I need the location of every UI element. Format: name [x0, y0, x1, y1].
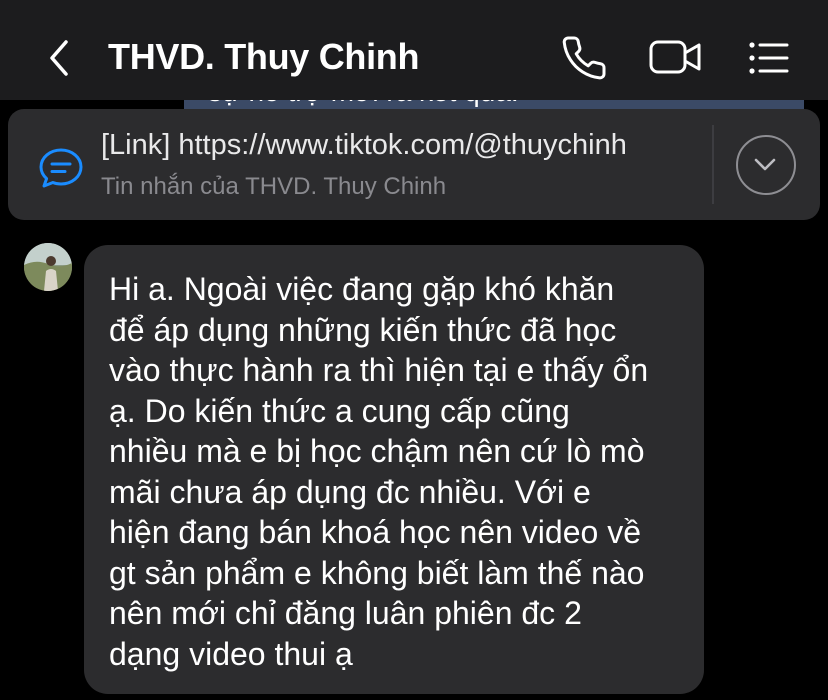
- message-bubble-icon: [36, 143, 86, 193]
- chat-header: THVD. Thuy Chinh: [0, 0, 828, 100]
- call-button[interactable]: [560, 34, 608, 82]
- video-call-button[interactable]: [648, 34, 704, 82]
- back-button[interactable]: [40, 38, 80, 78]
- message-line: Hi a. Ngoài việc đang gặp khó khăn: [109, 271, 615, 307]
- chevron-down-icon: [754, 158, 776, 171]
- message-line: vào thực hành ra thì hiện tại e thấy ổn: [109, 352, 649, 388]
- pinned-divider: [712, 125, 714, 204]
- message-line: mãi chưa áp dụng đc nhiều. Với e: [109, 473, 591, 510]
- message-bubble[interactable]: Hi a. Ngoài việc đang gặp khó khăn để áp…: [84, 245, 704, 694]
- message-line: để áp dụng những kiến thức đã học: [109, 311, 617, 348]
- expand-pinned-button[interactable]: [736, 135, 796, 195]
- message-line: nên mới chỉ đăng luân phiên đc 2: [109, 595, 582, 631]
- message-line: nhiều mà e bị học chậm nên cứ lò mò: [109, 433, 645, 469]
- chat-title[interactable]: THVD. Thuy Chinh: [108, 36, 419, 78]
- message-line: hiện đang bán khoá học nên video về: [109, 514, 641, 550]
- list-menu-icon: [749, 42, 789, 74]
- pinned-message-bar[interactable]: [Link] https://www.tiktok.com/@thuychinh…: [8, 109, 820, 220]
- video-camera-icon: [649, 40, 701, 74]
- message-line: dạng video thui ạ: [109, 635, 353, 672]
- chevron-left-icon: [50, 40, 68, 76]
- avatar[interactable]: [24, 243, 72, 291]
- avatar-photo: [24, 243, 72, 291]
- message-line: gt sản phẩm e không biết làm thế nào: [109, 554, 645, 591]
- pinned-message-subtitle: Tin nhắn của THVD. Thuy Chinh: [101, 173, 447, 200]
- message-line: ạ. Do kiến thức a cung cấp cũng: [109, 392, 570, 429]
- phone-icon: [562, 36, 606, 80]
- previous-message-text: sự hỗ trợ mới ra kết quả.: [208, 100, 519, 108]
- menu-button[interactable]: [744, 34, 792, 82]
- pinned-message-title[interactable]: [Link] https://www.tiktok.com/@thuychinh: [101, 129, 691, 162]
